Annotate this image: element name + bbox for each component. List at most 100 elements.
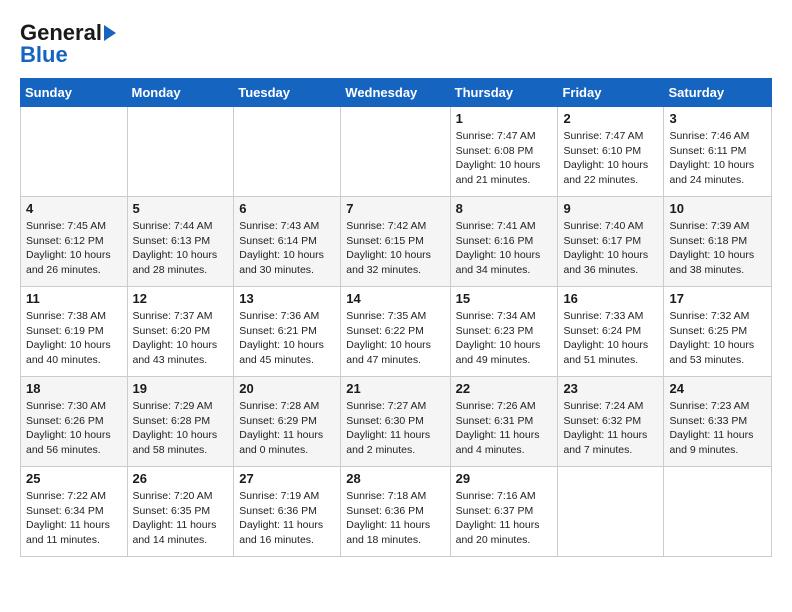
- col-header-saturday: Saturday: [664, 79, 772, 107]
- calendar-week-1: 1 Sunrise: 7:47 AM Sunset: 6:08 PM Daylig…: [21, 107, 772, 197]
- calendar-cell: 26 Sunrise: 7:20 AM Sunset: 6:35 PM Dayli…: [127, 467, 234, 557]
- day-detail: Sunrise: 7:36 AM Sunset: 6:21 PM Dayligh…: [239, 309, 335, 368]
- calendar-cell: 6 Sunrise: 7:43 AM Sunset: 6:14 PM Daylig…: [234, 197, 341, 287]
- calendar-cell: [234, 107, 341, 197]
- day-number: 9: [563, 201, 658, 216]
- day-number: 23: [563, 381, 658, 396]
- calendar-cell: 21 Sunrise: 7:27 AM Sunset: 6:30 PM Dayli…: [341, 377, 450, 467]
- day-detail: Sunrise: 7:29 AM Sunset: 6:28 PM Dayligh…: [133, 399, 229, 458]
- day-number: 20: [239, 381, 335, 396]
- day-number: 15: [456, 291, 553, 306]
- calendar-cell: 9 Sunrise: 7:40 AM Sunset: 6:17 PM Daylig…: [558, 197, 664, 287]
- calendar-cell: 20 Sunrise: 7:28 AM Sunset: 6:29 PM Dayli…: [234, 377, 341, 467]
- day-detail: Sunrise: 7:19 AM Sunset: 6:36 PM Dayligh…: [239, 489, 335, 548]
- day-number: 28: [346, 471, 444, 486]
- day-detail: Sunrise: 7:45 AM Sunset: 6:12 PM Dayligh…: [26, 219, 122, 278]
- day-detail: Sunrise: 7:37 AM Sunset: 6:20 PM Dayligh…: [133, 309, 229, 368]
- day-number: 2: [563, 111, 658, 126]
- calendar-cell: 16 Sunrise: 7:33 AM Sunset: 6:24 PM Dayli…: [558, 287, 664, 377]
- calendar-week-2: 4 Sunrise: 7:45 AM Sunset: 6:12 PM Daylig…: [21, 197, 772, 287]
- calendar-cell: 24 Sunrise: 7:23 AM Sunset: 6:33 PM Dayli…: [664, 377, 772, 467]
- calendar-cell: 10 Sunrise: 7:39 AM Sunset: 6:18 PM Dayli…: [664, 197, 772, 287]
- col-header-sunday: Sunday: [21, 79, 128, 107]
- day-detail: Sunrise: 7:30 AM Sunset: 6:26 PM Dayligh…: [26, 399, 122, 458]
- day-number: 26: [133, 471, 229, 486]
- day-detail: Sunrise: 7:41 AM Sunset: 6:16 PM Dayligh…: [456, 219, 553, 278]
- day-number: 16: [563, 291, 658, 306]
- day-number: 10: [669, 201, 766, 216]
- calendar-cell: 17Sunrise: 7:32 AM Sunset: 6:25 PM Dayli…: [664, 287, 772, 377]
- day-detail: Sunrise: 7:23 AM Sunset: 6:33 PM Dayligh…: [669, 399, 766, 458]
- day-detail: Sunrise: 7:43 AM Sunset: 6:14 PM Dayligh…: [239, 219, 335, 278]
- calendar-cell: 1 Sunrise: 7:47 AM Sunset: 6:08 PM Daylig…: [450, 107, 558, 197]
- day-number: 29: [456, 471, 553, 486]
- day-number: 25: [26, 471, 122, 486]
- day-detail: Sunrise: 7:26 AM Sunset: 6:31 PM Dayligh…: [456, 399, 553, 458]
- calendar-cell: 2 Sunrise: 7:47 AM Sunset: 6:10 PM Daylig…: [558, 107, 664, 197]
- day-detail: Sunrise: 7:27 AM Sunset: 6:30 PM Dayligh…: [346, 399, 444, 458]
- col-header-friday: Friday: [558, 79, 664, 107]
- day-number: 21: [346, 381, 444, 396]
- col-header-thursday: Thursday: [450, 79, 558, 107]
- day-detail: Sunrise: 7:38 AM Sunset: 6:19 PM Dayligh…: [26, 309, 122, 368]
- calendar-cell: [127, 107, 234, 197]
- calendar-cell: 27 Sunrise: 7:19 AM Sunset: 6:36 PM Dayli…: [234, 467, 341, 557]
- day-number: 1: [456, 111, 553, 126]
- calendar-cell: 8 Sunrise: 7:41 AM Sunset: 6:16 PM Daylig…: [450, 197, 558, 287]
- day-number: 13: [239, 291, 335, 306]
- calendar-cell: 23 Sunrise: 7:24 AM Sunset: 6:32 PM Dayli…: [558, 377, 664, 467]
- col-header-wednesday: Wednesday: [341, 79, 450, 107]
- calendar-cell: 29 Sunrise: 7:16 AM Sunset: 6:37 PM Dayli…: [450, 467, 558, 557]
- day-detail: Sunrise: 7:20 AM Sunset: 6:35 PM Dayligh…: [133, 489, 229, 548]
- logo-arrow-icon: [104, 25, 116, 41]
- day-detail: Sunrise: 7:47 AM Sunset: 6:08 PM Dayligh…: [456, 129, 553, 188]
- day-detail: Sunrise: 7:34 AM Sunset: 6:23 PM Dayligh…: [456, 309, 553, 368]
- calendar-cell: 5Sunrise: 7:44 AM Sunset: 6:13 PM Daylig…: [127, 197, 234, 287]
- day-number: 17: [669, 291, 766, 306]
- day-number: 6: [239, 201, 335, 216]
- day-detail: Sunrise: 7:40 AM Sunset: 6:17 PM Dayligh…: [563, 219, 658, 278]
- calendar-header-row: SundayMondayTuesdayWednesdayThursdayFrid…: [21, 79, 772, 107]
- day-number: 22: [456, 381, 553, 396]
- col-header-monday: Monday: [127, 79, 234, 107]
- day-number: 27: [239, 471, 335, 486]
- day-detail: Sunrise: 7:44 AM Sunset: 6:13 PM Dayligh…: [133, 219, 229, 278]
- calendar-cell: 25 Sunrise: 7:22 AM Sunset: 6:34 PM Dayli…: [21, 467, 128, 557]
- calendar-cell: 13 Sunrise: 7:36 AM Sunset: 6:21 PM Dayli…: [234, 287, 341, 377]
- day-detail: Sunrise: 7:47 AM Sunset: 6:10 PM Dayligh…: [563, 129, 658, 188]
- calendar-table: SundayMondayTuesdayWednesdayThursdayFrid…: [20, 78, 772, 557]
- day-detail: Sunrise: 7:24 AM Sunset: 6:32 PM Dayligh…: [563, 399, 658, 458]
- calendar-cell: [558, 467, 664, 557]
- day-number: 11: [26, 291, 122, 306]
- calendar-week-4: 18 Sunrise: 7:30 AM Sunset: 6:26 PM Dayli…: [21, 377, 772, 467]
- day-detail: Sunrise: 7:22 AM Sunset: 6:34 PM Dayligh…: [26, 489, 122, 548]
- calendar-cell: [21, 107, 128, 197]
- calendar-cell: 19Sunrise: 7:29 AM Sunset: 6:28 PM Dayli…: [127, 377, 234, 467]
- calendar-cell: 15 Sunrise: 7:34 AM Sunset: 6:23 PM Dayli…: [450, 287, 558, 377]
- page-header: General Blue: [20, 20, 772, 68]
- logo: General Blue: [20, 20, 116, 68]
- day-detail: Sunrise: 7:16 AM Sunset: 6:37 PM Dayligh…: [456, 489, 553, 548]
- day-detail: Sunrise: 7:28 AM Sunset: 6:29 PM Dayligh…: [239, 399, 335, 458]
- day-detail: Sunrise: 7:42 AM Sunset: 6:15 PM Dayligh…: [346, 219, 444, 278]
- day-number: 24: [669, 381, 766, 396]
- day-detail: Sunrise: 7:46 AM Sunset: 6:11 PM Dayligh…: [669, 129, 766, 188]
- day-number: 3: [669, 111, 766, 126]
- calendar-cell: 3 Sunrise: 7:46 AM Sunset: 6:11 PM Daylig…: [664, 107, 772, 197]
- day-detail: Sunrise: 7:33 AM Sunset: 6:24 PM Dayligh…: [563, 309, 658, 368]
- logo-blue: Blue: [20, 42, 68, 68]
- day-number: 14: [346, 291, 444, 306]
- calendar-cell: 18 Sunrise: 7:30 AM Sunset: 6:26 PM Dayli…: [21, 377, 128, 467]
- calendar-cell: 22 Sunrise: 7:26 AM Sunset: 6:31 PM Dayli…: [450, 377, 558, 467]
- day-number: 18: [26, 381, 122, 396]
- calendar-cell: [341, 107, 450, 197]
- day-number: 8: [456, 201, 553, 216]
- day-detail: Sunrise: 7:35 AM Sunset: 6:22 PM Dayligh…: [346, 309, 444, 368]
- calendar-week-5: 25 Sunrise: 7:22 AM Sunset: 6:34 PM Dayli…: [21, 467, 772, 557]
- calendar-cell: 4 Sunrise: 7:45 AM Sunset: 6:12 PM Daylig…: [21, 197, 128, 287]
- calendar-cell: 11 Sunrise: 7:38 AM Sunset: 6:19 PM Dayli…: [21, 287, 128, 377]
- calendar-cell: 12Sunrise: 7:37 AM Sunset: 6:20 PM Dayli…: [127, 287, 234, 377]
- day-number: 4: [26, 201, 122, 216]
- day-detail: Sunrise: 7:18 AM Sunset: 6:36 PM Dayligh…: [346, 489, 444, 548]
- day-detail: Sunrise: 7:39 AM Sunset: 6:18 PM Dayligh…: [669, 219, 766, 278]
